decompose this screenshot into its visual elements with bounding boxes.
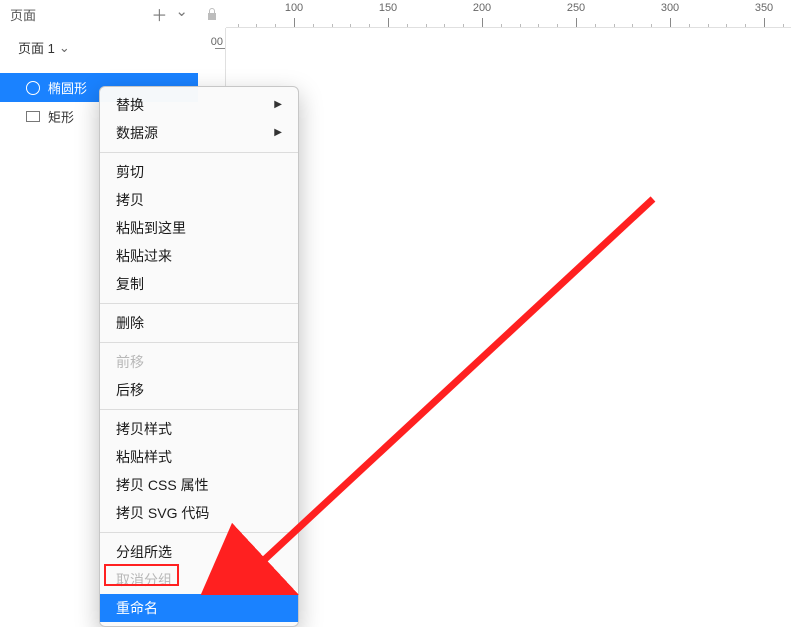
menu-item-3[interactable]: 剪切 [100,158,298,186]
menu-separator [100,303,298,304]
menu-item-label: 粘贴到这里 [116,218,186,238]
menu-item-11: 前移 [100,348,298,376]
ruler-tick-label: 350 [755,2,773,14]
menu-item-7[interactable]: 复制 [100,270,298,298]
menu-item-4[interactable]: 拷贝 [100,186,298,214]
layer-label: 矩形 [48,107,74,126]
menu-item-label: 数据源 [116,123,158,143]
rect-icon [26,111,40,122]
menu-item-label: 后移 [116,380,144,400]
layer-label: 椭圆形 [48,78,87,97]
menu-item-21[interactable]: 重命名 [100,594,298,622]
ellipse-icon [26,81,40,95]
menu-item-label: 粘贴样式 [116,447,172,467]
menu-item-label: 拷贝 CSS 属性 [116,475,209,495]
ruler-horizontal[interactable]: 100 150 200 250 300 350 [226,0,791,28]
menu-item-label: 替换 [116,95,144,115]
menu-item-0[interactable]: 替换 ▶ [100,91,298,119]
menu-item-19[interactable]: 分组所选 [100,538,298,566]
menu-item-9[interactable]: 删除 [100,309,298,337]
submenu-arrow-icon: ▶ [274,95,282,115]
lock-icon[interactable] [198,7,226,21]
context-menu: 替换 ▶ 数据源 ▶ 剪切拷贝粘贴到这里粘贴过来复制删除前移后移拷贝样式粘贴样式拷贝 C… [99,86,299,627]
add-page-icon[interactable]: ＋ [151,2,167,26]
menu-item-label: 删除 [116,313,144,333]
menu-item-label: 分组所选 [116,542,172,562]
ruler-tick-label: 100 [285,2,303,14]
menu-separator [100,409,298,410]
chevron-down-icon: ⌄ [59,40,70,56]
menu-item-label: 粘贴过来 [116,246,172,266]
menu-separator [100,342,298,343]
menu-item-label: 取消分组 [116,570,172,590]
ruler-tick-label: 300 [661,2,679,14]
pages-panel-header: 页面 ＋ ⌄ [0,2,198,26]
menu-item-20: 取消分组 [100,566,298,594]
menu-separator [100,532,298,533]
chevron-down-icon[interactable]: ⌄ [175,2,188,26]
menu-item-1[interactable]: 数据源 ▶ [100,119,298,147]
ruler-tick-label: 250 [567,2,585,14]
menu-item-6[interactable]: 粘贴过来 [100,242,298,270]
menu-item-label: 剪切 [116,162,144,182]
ruler-tick-label: 150 [379,2,397,14]
menu-item-label: 拷贝 SVG 代码 [116,503,209,523]
menu-item-label: 前移 [116,352,144,372]
menu-item-label: 拷贝样式 [116,419,172,439]
menu-separator [100,152,298,153]
menu-item-label: 拷贝 [116,190,144,210]
menu-item-14[interactable]: 拷贝样式 [100,415,298,443]
menu-item-label: 重命名 [116,598,158,618]
menu-item-12[interactable]: 后移 [100,376,298,404]
menu-item-label: 复制 [116,274,144,294]
pages-title: 页面 [10,5,151,24]
menu-item-17[interactable]: 拷贝 SVG 代码 [100,499,298,527]
page-1-row[interactable]: 页面 1 ⌄ [0,34,198,61]
ruler-tick-label: 200 [473,2,491,14]
menu-item-15[interactable]: 粘贴样式 [100,443,298,471]
submenu-arrow-icon: ▶ [274,123,282,143]
page-label: 页面 1 [18,38,55,57]
ruler-v-label: 00 [211,36,223,48]
canvas-area[interactable] [226,28,791,589]
menu-item-5[interactable]: 粘贴到这里 [100,214,298,242]
menu-item-16[interactable]: 拷贝 CSS 属性 [100,471,298,499]
